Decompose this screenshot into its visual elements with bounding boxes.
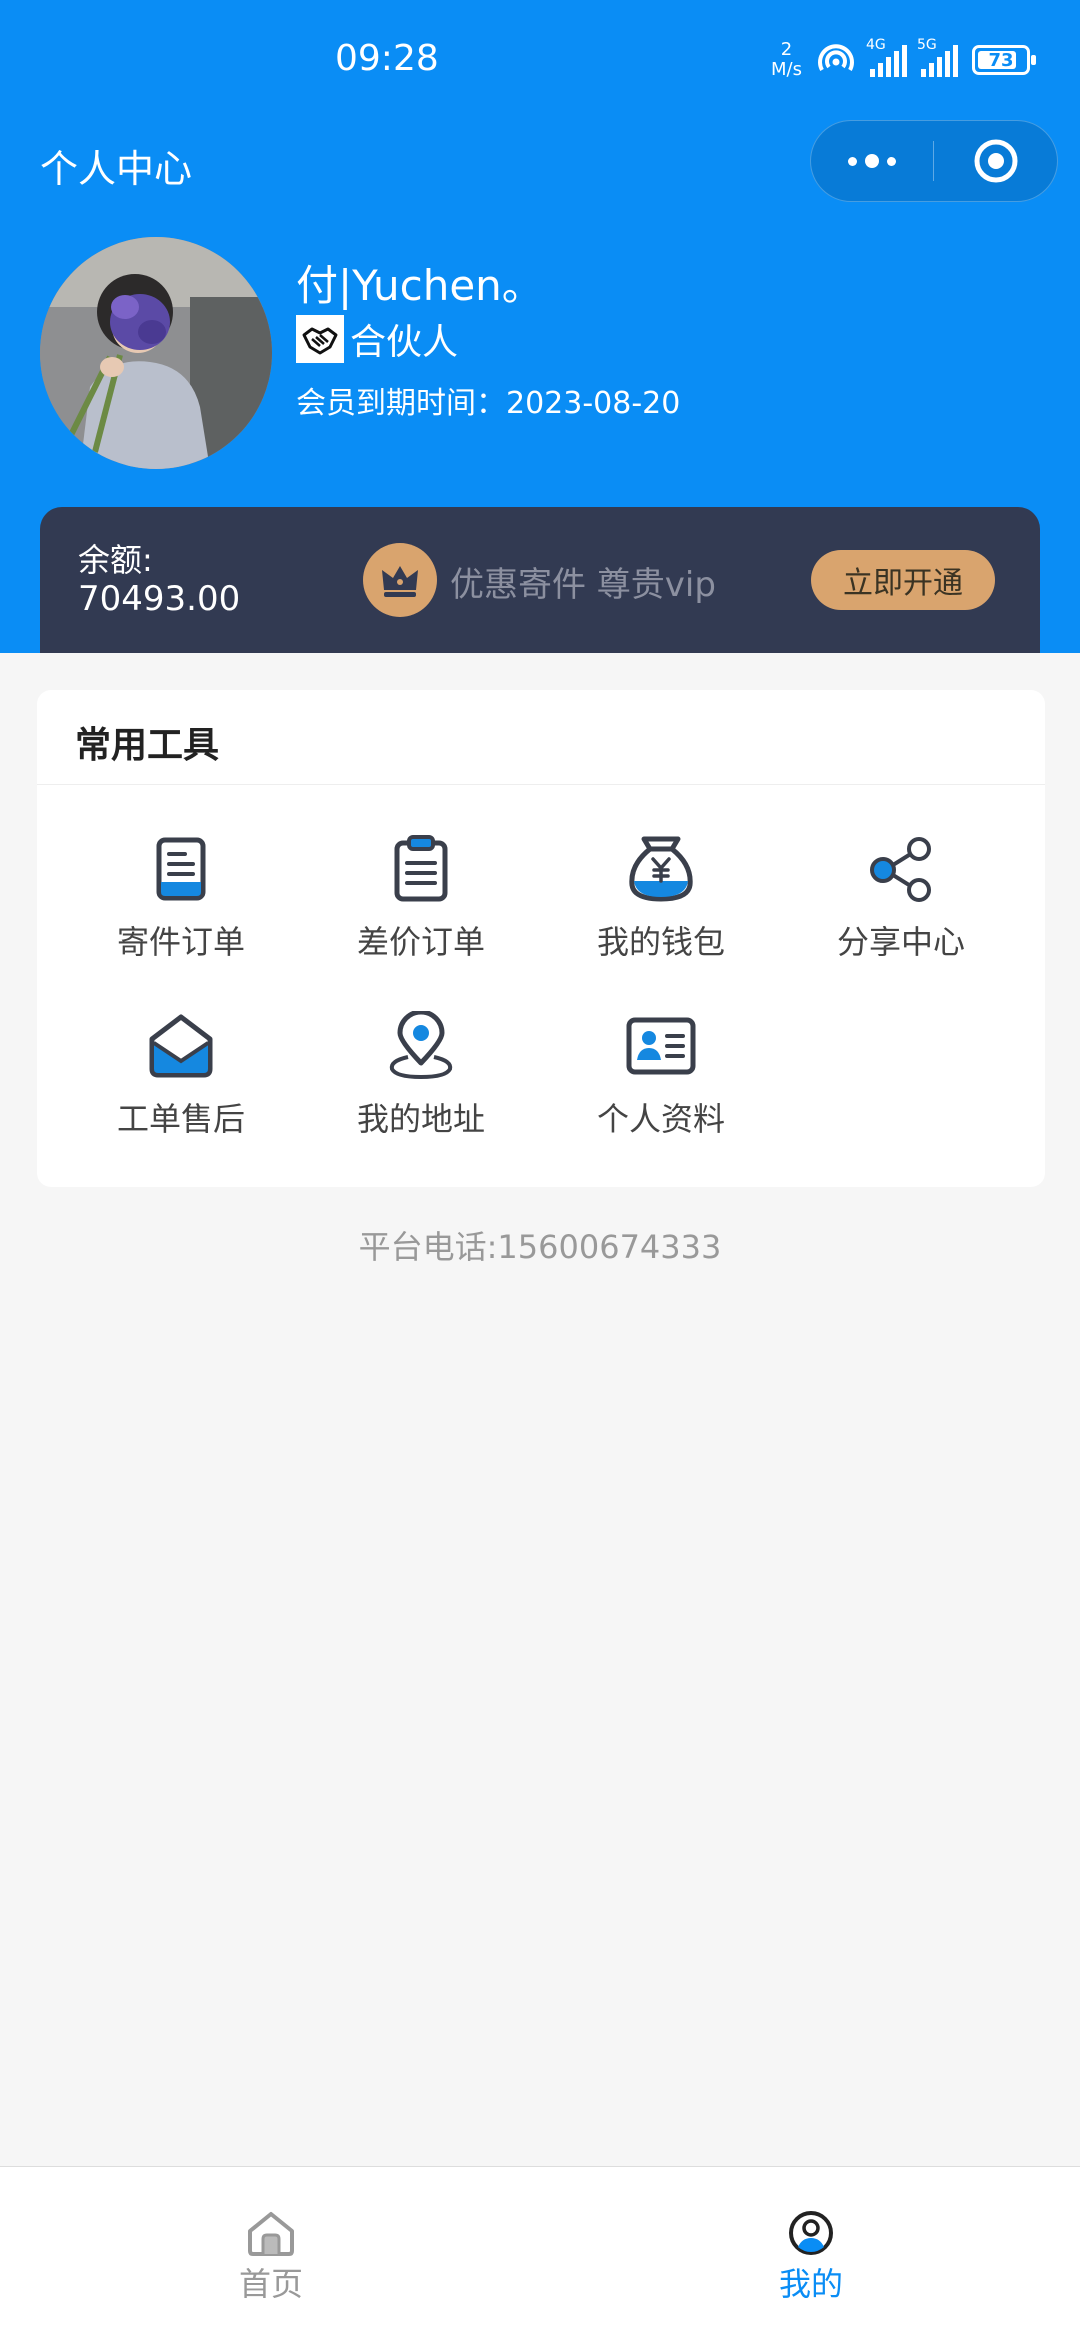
more-dot-icon (887, 156, 896, 166)
crown-icon (363, 543, 437, 617)
signal-4g-icon: 4G (866, 37, 907, 77)
tab-mine[interactable]: 我的 (741, 2209, 881, 2305)
tool-price-diff-orders[interactable]: 差价订单 (301, 833, 541, 973)
tool-shipping-orders[interactable]: 寄件订单 (61, 833, 301, 973)
tool-my-wallet[interactable]: 我的钱包 (541, 833, 781, 973)
tool-personal-info[interactable]: 个人资料 (541, 1010, 781, 1150)
tool-my-address[interactable]: 我的地址 (301, 1010, 541, 1150)
status-bar: 09:28 2 M/s 4G 5G 73 (0, 0, 1080, 120)
miniprogram-capsule (810, 120, 1058, 202)
tool-label: 工单售后 (116, 1100, 245, 1138)
share-icon (865, 833, 937, 905)
signal-5g-icon: 5G (917, 37, 958, 77)
open-vip-button[interactable]: 立即开通 (811, 550, 995, 610)
more-button[interactable] (811, 121, 933, 201)
platform-phone[interactable]: 平台电话:15600674333 (0, 1222, 1080, 1268)
tool-label: 分享中心 (836, 923, 965, 961)
handshake-icon (296, 315, 344, 363)
battery-icon: 73 (972, 45, 1036, 75)
home-icon (248, 2212, 294, 2256)
tool-label: 差价订单 (356, 923, 485, 961)
clipboard-icon (385, 833, 457, 905)
more-dot-icon (865, 154, 879, 168)
tool-label: 我的钱包 (596, 923, 725, 961)
user-circle-icon (789, 2211, 833, 2255)
tool-label: 寄件订单 (116, 923, 245, 961)
tab-mine-label: 我的 (778, 2265, 843, 2303)
tab-bar: 首页 我的 (0, 2166, 1080, 2338)
location-pin-icon (385, 1010, 457, 1082)
balance-label: 余额: (78, 541, 153, 579)
avatar[interactable] (40, 237, 272, 469)
membership-expire-text: 会员到期时间：2023-08-20 (296, 386, 681, 421)
money-bag-icon (625, 833, 697, 905)
target-circle-icon (974, 139, 1017, 183)
role-badge: 合伙人 (296, 313, 458, 365)
tool-after-sales[interactable]: 工单售后 (61, 1010, 301, 1150)
tool-label: 我的地址 (356, 1100, 485, 1138)
balance-value: 70493.00 (78, 579, 241, 619)
tool-label: 个人资料 (596, 1100, 725, 1138)
role-label: 合伙人 (350, 322, 459, 363)
hotspot-icon (818, 44, 854, 71)
user-name: 付|Yuchen。 (296, 261, 544, 310)
avatar-photo (40, 237, 272, 469)
more-dot-icon (848, 156, 857, 166)
status-time: 09:28 (335, 38, 439, 79)
page-title: 个人中心 (40, 147, 193, 191)
document-icon (145, 833, 217, 905)
tab-home-label: 首页 (238, 2265, 303, 2303)
network-speed: 2 M/s (771, 39, 802, 80)
close-miniprogram-button[interactable] (934, 121, 1057, 201)
tools-card: 常用工具 寄件订单 差价订单 我的钱包 分享中心 工单售后 我的地址 个人资料 (37, 690, 1045, 1187)
tools-title: 常用工具 (75, 725, 220, 766)
vip-promo-text: 优惠寄件 尊贵vip (450, 565, 716, 605)
status-icons: 2 M/s 4G 5G 73 (771, 36, 1036, 84)
tab-home[interactable]: 首页 (201, 2209, 341, 2305)
divider (37, 784, 1045, 785)
tool-share-center[interactable]: 分享中心 (781, 833, 1021, 973)
id-card-icon (625, 1010, 697, 1082)
vip-card: 余额: 70493.00 优惠寄件 尊贵vip 立即开通 (40, 507, 1040, 653)
envelope-icon (145, 1010, 217, 1082)
